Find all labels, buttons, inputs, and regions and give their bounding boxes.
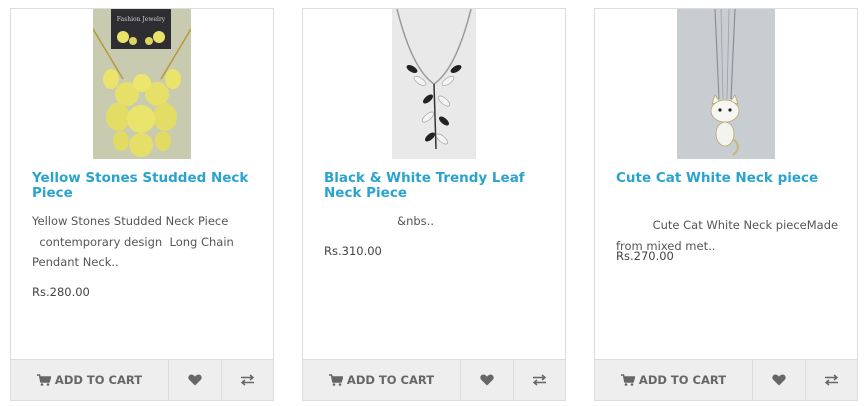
compare-arrows-icon [532,374,547,386]
add-to-cart-button[interactable]: ADD TO CART [303,360,461,400]
product-price: Rs.270.00 [616,249,674,263]
wishlist-button[interactable] [169,360,221,400]
wishlist-button[interactable] [753,360,805,400]
heart-icon [772,374,786,386]
add-to-cart-button[interactable]: ADD TO CART [11,360,169,400]
product-card: Cute Cat White Neck piece Cute Cat White… [594,8,858,401]
compare-button[interactable] [221,360,273,400]
product-card: Fashion Jewelry Yellow Stones Studded Ne… [10,8,274,401]
product-description: Yellow Stones Studded Neck Piece contemp… [32,214,234,269]
compare-arrows-icon [240,374,255,386]
product-actions: ADD TO CART [11,359,273,400]
product-price: Rs.310.00 [324,244,382,258]
cart-icon [328,374,343,386]
product-description: &nbs.. [324,214,434,228]
add-to-cart-label: ADD TO CART [54,373,143,387]
compare-arrows-icon [824,374,839,386]
heart-icon [480,374,494,386]
cart-icon [36,374,51,386]
product-title[interactable]: Black & White Trendy Leaf Neck Piece [324,171,549,201]
image-label: Fashion Jewelry [117,16,166,23]
product-image[interactable] [677,9,775,159]
compare-button[interactable] [805,360,857,400]
add-to-cart-button[interactable]: ADD TO CART [595,360,753,400]
wishlist-button[interactable] [461,360,513,400]
product-image[interactable] [392,9,476,159]
product-title[interactable]: Cute Cat White Neck piece [616,171,841,186]
product-actions: ADD TO CART [595,359,857,400]
product-price: Rs.280.00 [32,285,90,299]
cart-icon [620,374,635,386]
add-to-cart-label: ADD TO CART [346,373,435,387]
product-image[interactable]: Fashion Jewelry [93,9,191,159]
add-to-cart-label: ADD TO CART [638,373,727,387]
heart-icon [188,374,202,386]
product-title[interactable]: Yellow Stones Studded Neck Piece [32,171,257,201]
product-card: Black & White Trendy Leaf Neck Piece &nb… [302,8,566,401]
compare-button[interactable] [513,360,565,400]
product-actions: ADD TO CART [303,359,565,400]
